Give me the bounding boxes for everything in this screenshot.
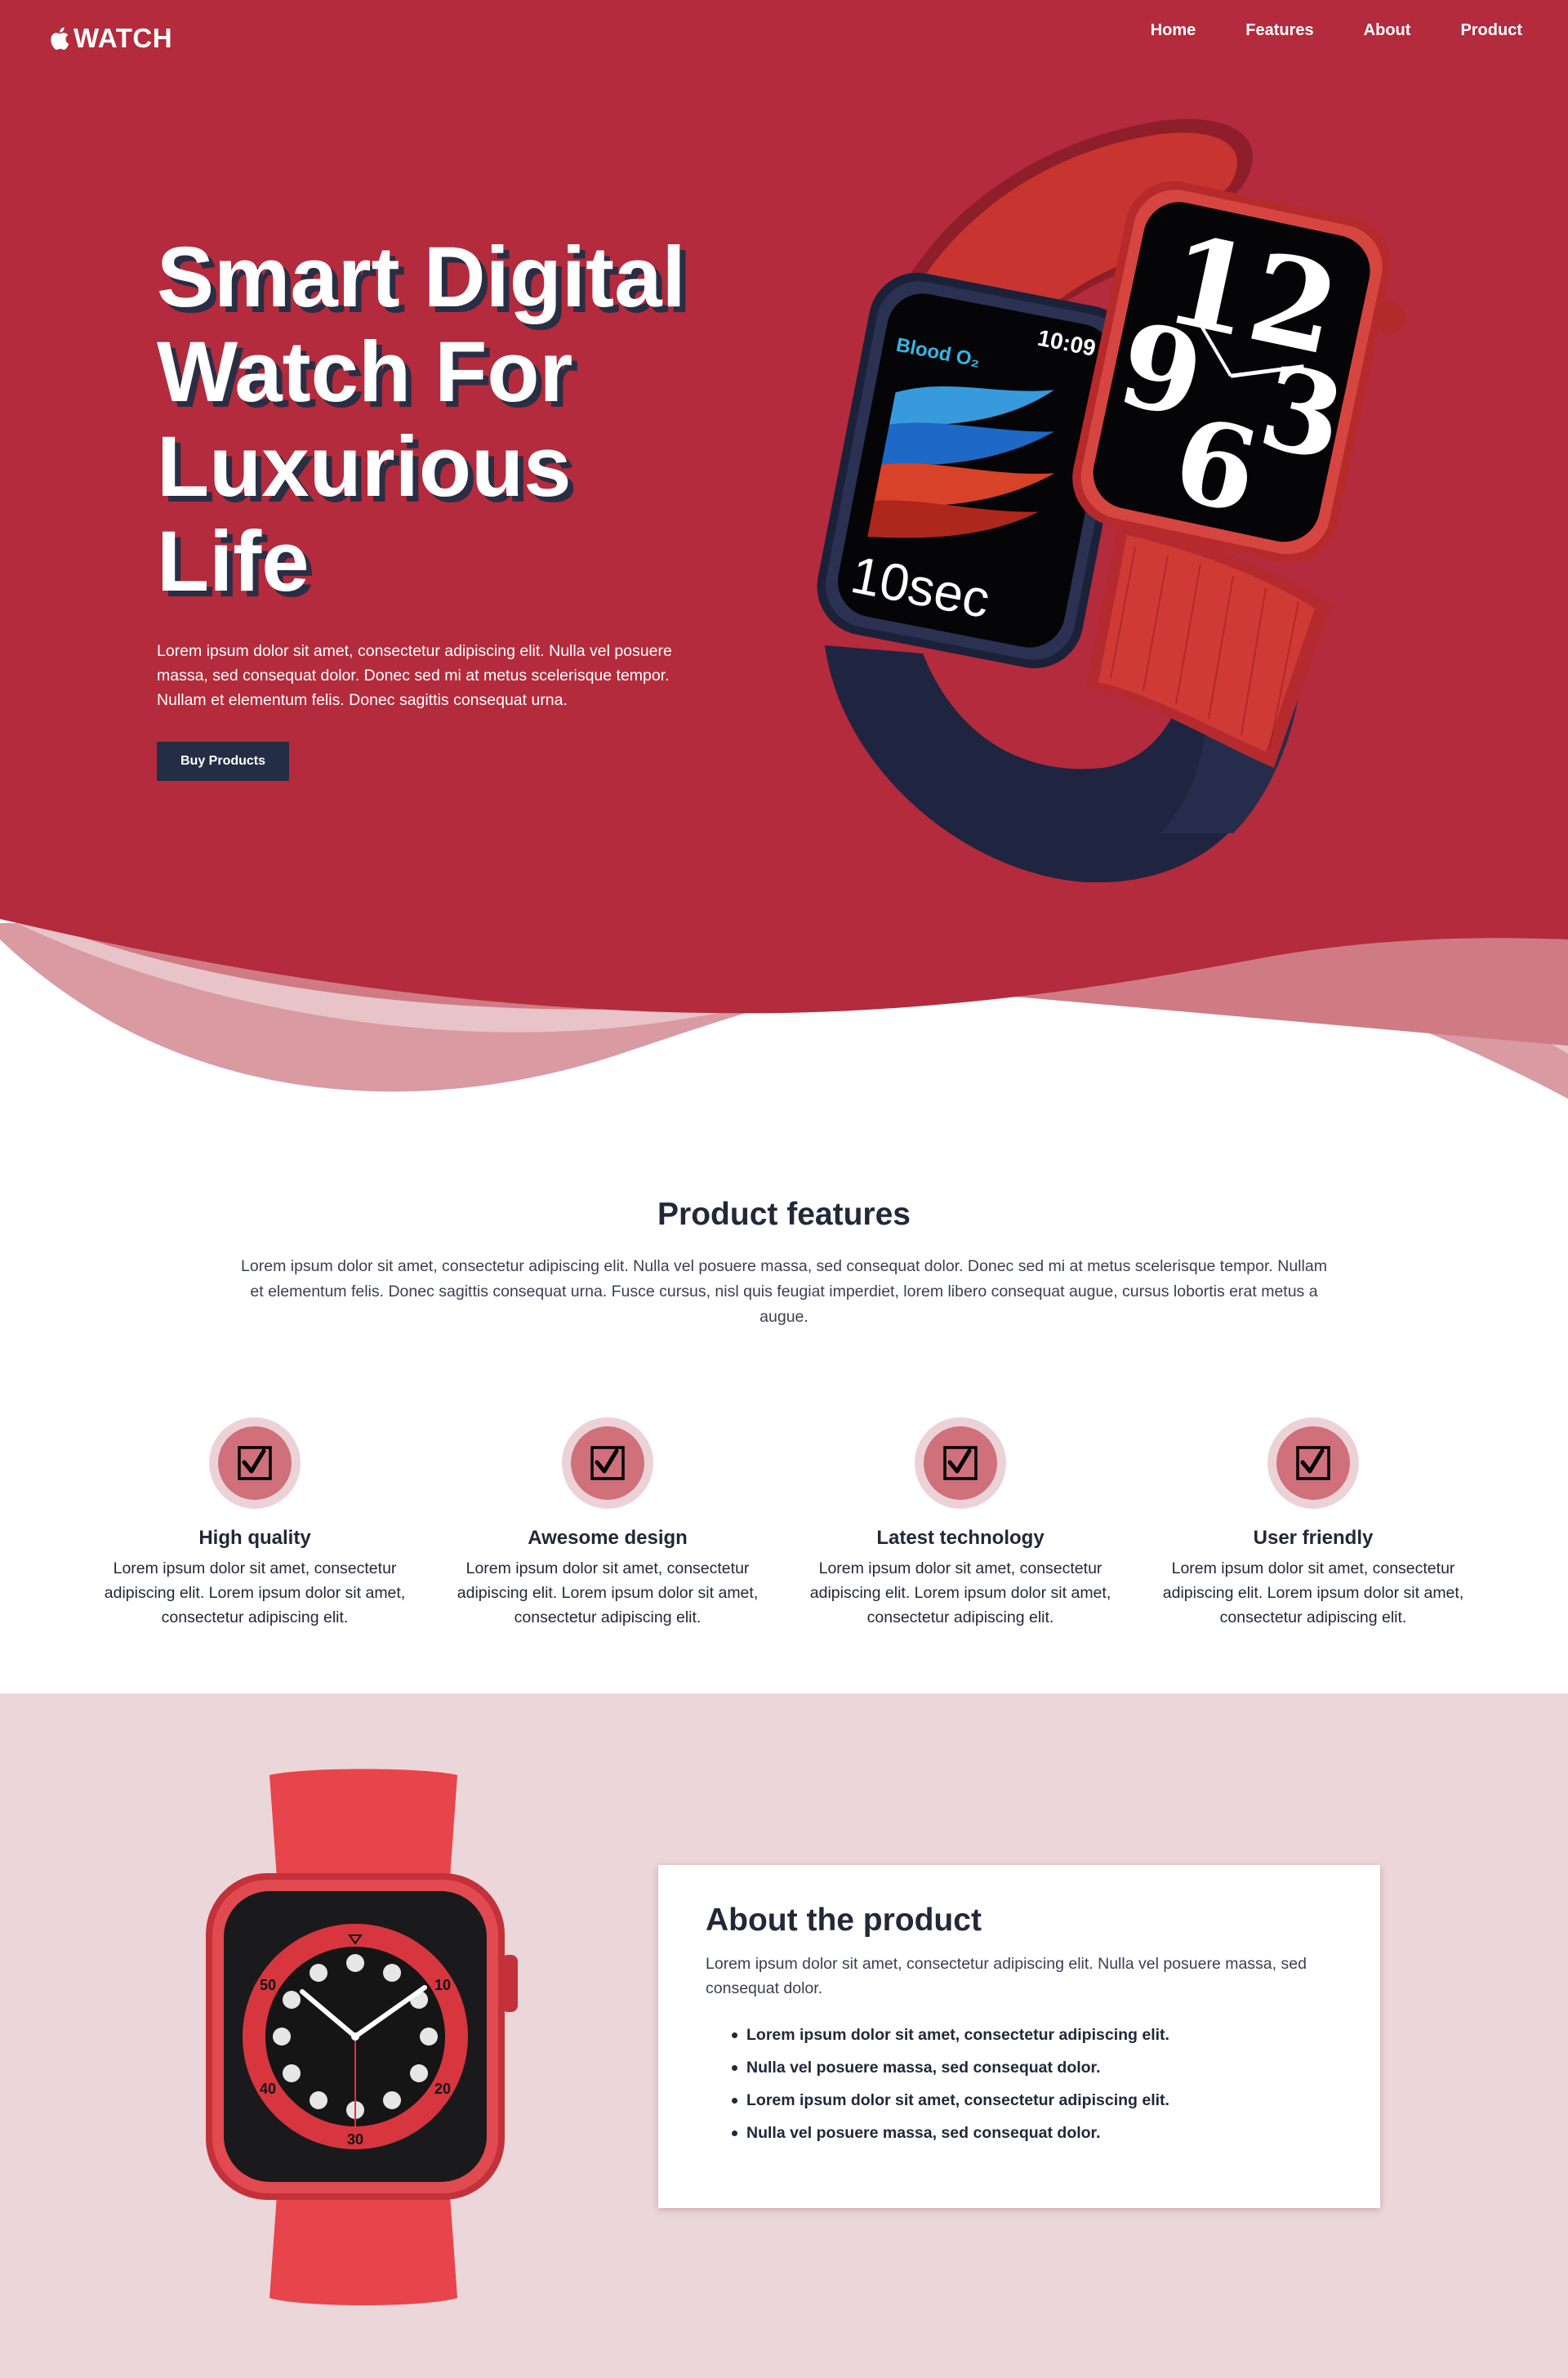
feature-description: Lorem ipsum dolor sit amet, consectetur …	[1162, 1559, 1464, 1626]
nav-links: Home Features About Product	[1101, 21, 1522, 40]
brand-name: WATCH	[74, 23, 173, 53]
feature-description: Lorem ipsum dolor sit amet, consectetur …	[457, 1559, 759, 1626]
feature-icon-ring	[1267, 1417, 1359, 1509]
feature-card-user-friendly: User friendly Lorem ipsum dolor sit amet…	[1162, 1417, 1464, 1630]
dial-number-10: 10	[434, 1977, 451, 1993]
list-item: Lorem ipsum dolor sit amet, consectetur …	[706, 2084, 1333, 2117]
hero-content: Smart Digital Watch For Luxurious Life L…	[157, 230, 712, 781]
checkbox-icon	[218, 1426, 292, 1500]
feature-title: High quality	[198, 1527, 311, 1549]
features-description: Lorem ipsum dolor sit amet, consectetur …	[241, 1257, 1327, 1326]
nav-features-link[interactable]: Features	[1245, 21, 1313, 40]
nav-product-link[interactable]: Product	[1460, 21, 1522, 40]
about-feature-list: Lorem ipsum dolor sit amet, consectetur …	[706, 2019, 1333, 2149]
dial-number-50: 50	[260, 1977, 276, 1993]
nav-about-link[interactable]: About	[1364, 21, 1411, 40]
dial-number-40: 40	[260, 2081, 276, 2097]
feature-card-awesome-design: Awesome design Lorem ipsum dolor sit ame…	[457, 1417, 759, 1630]
feature-description: Lorem ipsum dolor sit amet, consectetur …	[809, 1559, 1111, 1626]
feature-title: Awesome design	[528, 1527, 688, 1549]
about-description: Lorem ipsum dolor sit amet, consectetur …	[706, 1955, 1307, 1997]
apple-icon	[51, 27, 69, 50]
about-section: 10 50 40 30 20 About the product Lorem i…	[0, 1693, 1568, 2378]
hero-watch-image: 10:09 Blood O₂ 10sec 12 9 3 6	[817, 118, 1406, 882]
about-title: About the product	[706, 1903, 982, 1938]
feature-title: Latest technology	[876, 1527, 1045, 1549]
hero-title-line-3: Luxurious	[157, 419, 572, 515]
list-item: Nulla vel posuere massa, sed consequat d…	[706, 2117, 1333, 2149]
feature-icon-ring	[209, 1417, 301, 1509]
brand-logo[interactable]: WATCH	[46, 23, 172, 54]
list-item: Nulla vel posuere massa, sed consequat d…	[706, 2051, 1333, 2084]
feature-icon-ring	[915, 1417, 1006, 1509]
nav-home-link[interactable]: Home	[1151, 21, 1196, 40]
hero-title-line-2: Watch For	[157, 324, 573, 420]
about-card: About the product Lorem ipsum dolor sit …	[658, 1865, 1380, 2208]
checkbox-icon	[1276, 1426, 1350, 1500]
hero-title-line-1: Smart Digital	[157, 230, 686, 325]
dial-number-20: 20	[434, 2081, 451, 2097]
dial-number-30: 30	[347, 2131, 363, 2148]
feature-description: Lorem ipsum dolor sit amet, consectetur …	[104, 1559, 406, 1626]
hero-section: WATCH Home Features About Product Smart …	[0, 0, 1568, 1099]
hero-title-line-4: Life	[157, 514, 310, 609]
feature-card-high-quality: High quality Lorem ipsum dolor sit amet,…	[104, 1417, 406, 1630]
features-section: Product features Lorem ipsum dolor sit a…	[0, 1099, 1568, 1693]
top-nav: WATCH Home Features About Product	[0, 0, 1568, 65]
feature-card-latest-technology: Latest technology Lorem ipsum dolor sit …	[809, 1417, 1111, 1630]
buy-products-button[interactable]: Buy Products	[157, 742, 290, 781]
features-title: Product features	[657, 1197, 911, 1232]
feature-title: User friendly	[1253, 1527, 1374, 1549]
checkbox-icon	[924, 1426, 997, 1500]
hero-title: Smart Digital Watch For Luxurious Life	[157, 230, 712, 609]
hero-description: Lorem ipsum dolor sit amet, consectetur …	[157, 642, 672, 709]
feature-icon-ring	[562, 1417, 653, 1509]
checkbox-icon	[571, 1426, 644, 1500]
about-watch-image: 10 50 40 30 20	[206, 1769, 518, 2305]
list-item: Lorem ipsum dolor sit amet, consectetur …	[706, 2019, 1333, 2051]
